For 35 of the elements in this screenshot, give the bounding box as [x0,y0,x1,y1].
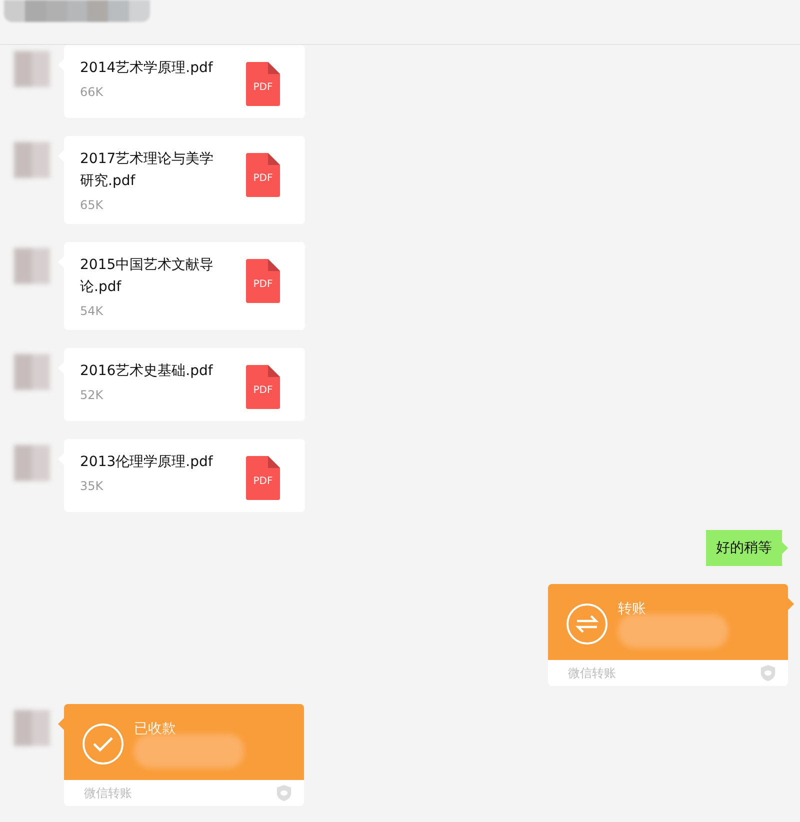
file-size: 35K [80,479,104,493]
pixelated-avatar[interactable] [14,354,50,390]
document-icon [246,62,280,106]
file-type-label: PDF [253,172,273,184]
file-name: 2017艺术理论与美学研究.pdf [80,150,215,191]
shield-icon [276,784,292,802]
file-size: 66K [80,85,104,99]
check-circle-icon [82,723,124,765]
document-icon [246,365,280,409]
pixelated-avatar[interactable] [14,51,50,87]
pixelated-avatar[interactable] [14,142,50,178]
document-icon [246,456,280,500]
file-size: 54K [80,304,104,318]
file-size: 52K [80,388,104,402]
file-type-label: PDF [253,278,273,290]
file-type-label: PDF [253,476,273,486]
file-type-label: PDF [253,82,273,92]
transfer-source: 微信转账 [568,664,616,682]
transfer-title: 已收款 [134,720,176,738]
pixelated-avatar[interactable] [14,710,50,746]
transfer-icon [566,603,608,645]
file-name: 2015中国艺术文献导论.pdf [80,256,215,297]
document-icon [246,259,280,303]
document-icon [246,153,280,197]
pixelated-avatar[interactable] [14,445,50,481]
file-type-label: PDF [253,384,273,396]
message-bubble: 好的稍等 [706,530,788,566]
transfer-title: 转账 [618,600,646,618]
file-name: 2013伦理学原理.pdf [80,453,214,472]
shield-icon [760,664,776,682]
file-size: 65K [80,198,104,212]
file-name: 2016艺术史基础.pdf [80,362,214,381]
transfer-source: 微信转账 [84,784,132,802]
pixelated-avatar[interactable] [14,248,50,284]
file-name: 2014艺术学原理.pdf [80,59,214,78]
